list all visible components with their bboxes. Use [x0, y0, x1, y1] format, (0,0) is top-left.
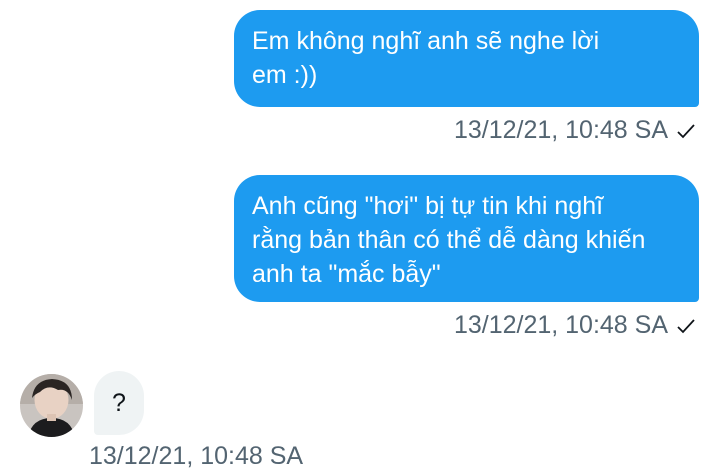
user-avatar[interactable]	[20, 374, 83, 437]
message-meta: 13/12/21, 10:48 SA	[454, 116, 696, 145]
message-text-line: anh ta "mắc bẫy"	[252, 260, 441, 288]
message-text: ?	[112, 388, 126, 417]
outgoing-message-bubble[interactable]: Anh cũng "hơi" bị tự tin khi nghĩ rằng b…	[234, 175, 699, 302]
message-text-line: Anh cũng "hơi" bị tự tin khi nghĩ	[252, 192, 604, 220]
check-icon	[677, 123, 695, 138]
avatar-photo-icon	[20, 374, 83, 437]
message-timestamp: 13/12/21, 10:48 SA	[89, 442, 304, 470]
message-text-line: em :))	[252, 61, 318, 89]
message-meta: 13/12/21, 10:48 SA	[454, 311, 696, 340]
incoming-message-bubble[interactable]: ?	[94, 371, 144, 435]
message-text-line: rằng bản thân có thể dễ dàng khiến	[252, 226, 646, 254]
check-icon	[677, 318, 695, 333]
outgoing-message-bubble[interactable]: Em không nghĩ anh sẽ nghe lời em :))	[234, 10, 699, 107]
message-timestamp: 13/12/21, 10:48 SA	[453, 311, 668, 339]
conversation-view: Em không nghĩ anh sẽ nghe lời em :)) 13/…	[0, 0, 720, 474]
message-text-line: Em không nghĩ anh sẽ nghe lời	[252, 27, 600, 55]
message-timestamp: 13/12/21, 10:48 SA	[453, 116, 668, 144]
